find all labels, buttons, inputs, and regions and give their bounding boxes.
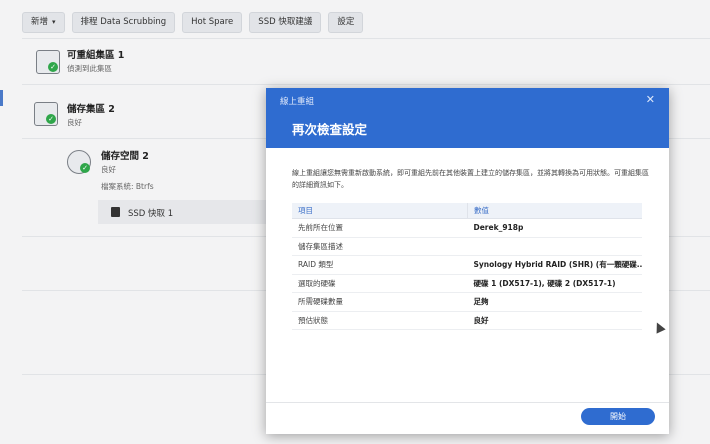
chevron-down-icon: ▾ — [52, 18, 56, 26]
row-key: 先前所在位置 — [292, 218, 468, 238]
row-key: 所需硬碟數量 — [292, 292, 468, 312]
available-pool-status: 偵測到此集區 — [67, 64, 112, 73]
row-key: 選取的硬碟 — [292, 274, 468, 293]
check-icon: ✓ — [46, 114, 56, 124]
toolbar: 新增 ▾ 排程 Data Scrubbing Hot Spare SSD 快取建議… — [22, 12, 364, 33]
check-icon: ✓ — [80, 163, 90, 173]
ssd-cache-item[interactable]: SSD 快取 1 — [98, 200, 278, 224]
online-assemble-dialog: 線上重組 ✕ 再次檢查設定 線上重組讓您無需重新啟動系統，即可重組先前在其他裝置… — [266, 88, 669, 434]
row-value — [467, 237, 642, 256]
ssd-icon — [111, 207, 120, 217]
column-header-value: 數值 — [467, 203, 642, 219]
volume-status: 良好 — [101, 165, 116, 174]
table-row: 先前所在位置 Derek_918p — [292, 218, 642, 238]
data-scrubbing-button[interactable]: 排程 Data Scrubbing — [71, 12, 176, 33]
row-key: RAID 類型 — [292, 255, 468, 275]
row-key: 儲存集區描述 — [292, 237, 468, 256]
volume-title: 儲存空間 2 — [101, 151, 149, 162]
storage-pool-title: 儲存集區 2 — [67, 104, 115, 115]
dialog-footer — [266, 402, 669, 403]
check-icon: ✓ — [48, 62, 58, 72]
table-header-row: 項目 數值 — [292, 203, 642, 219]
selection-indicator — [0, 90, 3, 106]
summary-table: 項目 數值 先前所在位置 Derek_918p 儲存集區描述 RAID 類型 S… — [292, 203, 642, 330]
hot-spare-button[interactable]: Hot Spare — [182, 12, 243, 33]
ssd-cache-label: SSD 快取 1 — [128, 209, 174, 219]
row-value: Derek_918p — [467, 218, 642, 238]
row-value: 良好 — [467, 311, 642, 330]
divider — [22, 84, 710, 85]
create-button[interactable]: 新增 ▾ — [22, 12, 65, 33]
create-label: 新增 — [31, 17, 49, 27]
table-row: RAID 類型 Synology Hybrid RAID (SHR) (有一顆硬… — [292, 255, 642, 275]
row-value: Synology Hybrid RAID (SHR) (有一顆硬碟... — [467, 255, 642, 275]
dialog-window-title: 線上重組 — [280, 97, 315, 107]
row-value: 足夠 — [467, 292, 642, 312]
table-row: 預估狀態 良好 — [292, 311, 642, 330]
dialog-description: 線上重組讓您無需重新啟動系統，即可重組先前在其他裝置上建立的儲存集區，並將其轉換… — [292, 169, 649, 189]
ssd-cache-advisor-button[interactable]: SSD 快取建議 — [249, 12, 322, 33]
row-key: 預估狀態 — [292, 311, 468, 330]
divider — [22, 38, 710, 39]
table-row: 儲存集區描述 — [292, 237, 642, 256]
dialog-heading: 再次檢查設定 — [292, 122, 368, 137]
table-row: 所需硬碟數量 足夠 — [292, 292, 642, 312]
column-header-item: 項目 — [292, 203, 468, 219]
row-value: 硬碟 1 (DX517-1), 硬碟 2 (DX517-1) — [467, 274, 642, 293]
storage-pool-status: 良好 — [67, 118, 82, 127]
volume-filesystem: 檔案系統: Btrfs — [101, 182, 154, 191]
available-pool-title: 可重組集區 1 — [67, 50, 125, 61]
table-row: 選取的硬碟 硬碟 1 (DX517-1), 硬碟 2 (DX517-1) — [292, 274, 642, 293]
apply-button[interactable]: 開始 — [581, 408, 655, 425]
settings-button[interactable]: 設定 — [328, 12, 364, 33]
dialog-header: 線上重組 ✕ 再次檢查設定 — [266, 88, 669, 148]
close-icon[interactable]: ✕ — [646, 93, 655, 106]
